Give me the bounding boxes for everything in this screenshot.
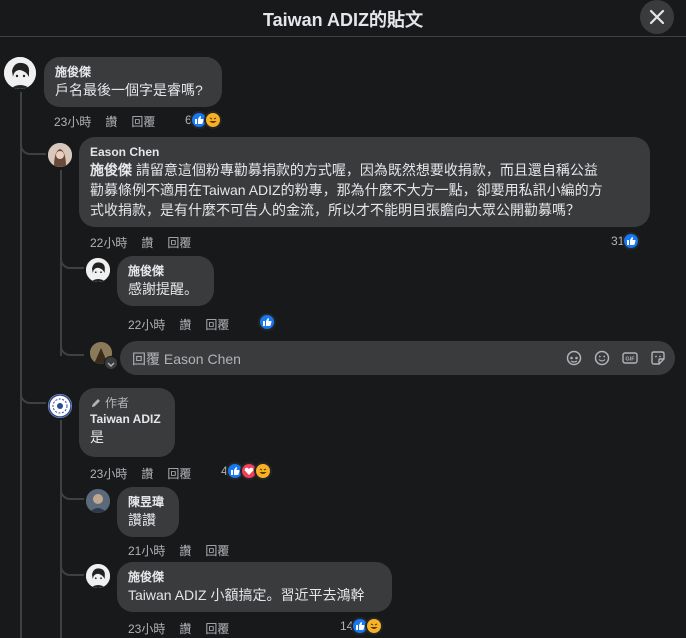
thread-connector: [20, 133, 46, 155]
comment-text-line: 式收捐款，是有什麼不可告人的金流，所以才不能明目張膽向大眾公開勸募嗎？: [90, 202, 580, 218]
reaction-summary[interactable]: [258, 313, 276, 331]
thread-connector: [60, 560, 84, 576]
avatar[interactable]: [4, 57, 36, 89]
author-badge: 作者: [90, 395, 164, 411]
avatar-dropdown-icon[interactable]: [104, 356, 118, 370]
reply-link[interactable]: 回覆: [167, 467, 191, 481]
comment-author[interactable]: 施俊傑: [55, 64, 211, 80]
comment-actions: 21小時讚回覆: [128, 542, 243, 559]
comment-text: 讚讚: [128, 512, 156, 528]
reply-placeholder: 回覆 Eason Chen: [132, 351, 241, 367]
page-logo-icon: [48, 394, 72, 418]
like-reaction-icon: [258, 313, 276, 331]
comment-bubble: Eason Chen 施俊傑 請留意這個粉專勸募捐款的方式喔，因為既然想要收捐款…: [79, 137, 650, 227]
like-link[interactable]: 讚: [179, 318, 191, 332]
like-link[interactable]: 讚: [179, 622, 191, 636]
thread-connector: [60, 484, 84, 500]
avatar-sticker-icon[interactable]: [566, 350, 582, 366]
avatar[interactable]: [86, 489, 110, 513]
sticker-icon[interactable]: [650, 350, 666, 366]
comment-text: 施俊傑 請留意這個粉專勸募捐款的方式喔，因為既然想要收捐款，而且還自稱公益: [90, 162, 598, 178]
like-link[interactable]: 讚: [105, 115, 117, 129]
emoji-icon[interactable]: [594, 350, 610, 366]
comment-author[interactable]: 施俊傑: [128, 263, 203, 279]
thread-connector: [20, 380, 46, 404]
comment-bubble: 施俊傑 Taiwan ADIZ 小額搞定。習近平去鴻幹: [117, 562, 392, 612]
comment-text: Taiwan ADIZ 小額搞定。習近平去鴻幹: [128, 587, 365, 603]
comment-time[interactable]: 22小時: [128, 318, 165, 332]
thread-connector: [60, 338, 84, 356]
comment-bubble: 作者 Taiwan ADIZ 是: [79, 388, 175, 457]
comment-text: 戶名最後一個字是睿嗎?: [55, 82, 203, 98]
comment-author[interactable]: Taiwan ADIZ: [90, 411, 164, 427]
comment-bubble: 施俊傑 戶名最後一個字是睿嗎?: [44, 57, 222, 107]
reply-input[interactable]: 回覆 Eason Chen GIF: [120, 341, 675, 375]
haha-reaction-icon: [253, 462, 272, 480]
like-link[interactable]: 讚: [179, 544, 191, 558]
reaction-summary[interactable]: 31: [611, 232, 641, 250]
comment-time[interactable]: 23小時: [128, 622, 165, 636]
comment-actions: 22小時讚回覆: [128, 316, 243, 333]
avatar-sketch-icon: [86, 258, 110, 282]
author-role: 作者: [105, 396, 130, 410]
comment-actions: 22小時讚回覆: [90, 234, 205, 251]
pencil-icon: [92, 399, 100, 407]
comment-time[interactable]: 21小時: [128, 544, 165, 558]
mention-link[interactable]: 施俊傑: [90, 162, 132, 178]
dialog-title: Taiwan ADIZ的貼文: [262, 10, 423, 30]
comment-author[interactable]: Eason Chen: [90, 144, 639, 160]
reply-link[interactable]: 回覆: [131, 115, 155, 129]
comment-time[interactable]: 23小時: [54, 115, 91, 129]
reply-link[interactable]: 回覆: [167, 236, 191, 250]
avatar[interactable]: [48, 143, 72, 167]
like-link[interactable]: 讚: [141, 236, 153, 250]
comment-time[interactable]: 23小時: [90, 467, 127, 481]
comment-bubble: 施俊傑 感謝提醒。: [117, 256, 214, 306]
reaction-summary[interactable]: 14: [340, 617, 384, 635]
reply-link[interactable]: 回覆: [205, 544, 229, 558]
avatar-photo-icon: [48, 143, 72, 167]
reply-link[interactable]: 回覆: [205, 318, 229, 332]
avatar[interactable]: [48, 394, 72, 418]
avatar[interactable]: [86, 564, 110, 588]
comment-text: 是: [90, 429, 104, 445]
haha-reaction-icon: [365, 617, 384, 635]
comment-author[interactable]: 施俊傑: [128, 569, 381, 585]
comment-time[interactable]: 22小時: [90, 236, 127, 250]
comment-actions: 23小時讚回覆: [90, 465, 205, 482]
like-link[interactable]: 讚: [141, 467, 153, 481]
comment-text-line: 勸募條例不適用在Taiwan ADIZ的粉專，那為什麼不大方一點，卻要用私訊小編…: [90, 182, 603, 198]
comment-actions: 23小時讚回覆: [54, 113, 169, 130]
avatar-sketch-icon: [4, 57, 36, 89]
svg-text:GIF: GIF: [625, 357, 635, 363]
reply-link[interactable]: 回覆: [205, 622, 229, 636]
like-reaction-icon: [622, 232, 641, 250]
thread-line: [20, 92, 22, 638]
avatar-photo-icon: [86, 489, 110, 513]
comment-text: 感謝提醒。: [128, 281, 198, 297]
thread-line: [60, 420, 62, 638]
close-icon: [649, 9, 665, 25]
avatar-sketch-icon: [86, 564, 110, 588]
comment-actions: 23小時讚回覆: [128, 620, 243, 637]
haha-reaction-icon: [203, 111, 222, 129]
comment-bubble: 陳昱瑋 讚讚: [117, 487, 179, 537]
reaction-summary[interactable]: 4: [221, 462, 272, 480]
close-button[interactable]: [640, 0, 674, 34]
reaction-summary[interactable]: 6: [185, 111, 222, 129]
dialog-header: Taiwan ADIZ的貼文: [0, 0, 686, 37]
thread-connector: [60, 253, 84, 269]
comment-author[interactable]: 陳昱瑋: [128, 494, 168, 510]
avatar[interactable]: [86, 258, 110, 282]
gif-icon[interactable]: GIF: [622, 350, 638, 366]
